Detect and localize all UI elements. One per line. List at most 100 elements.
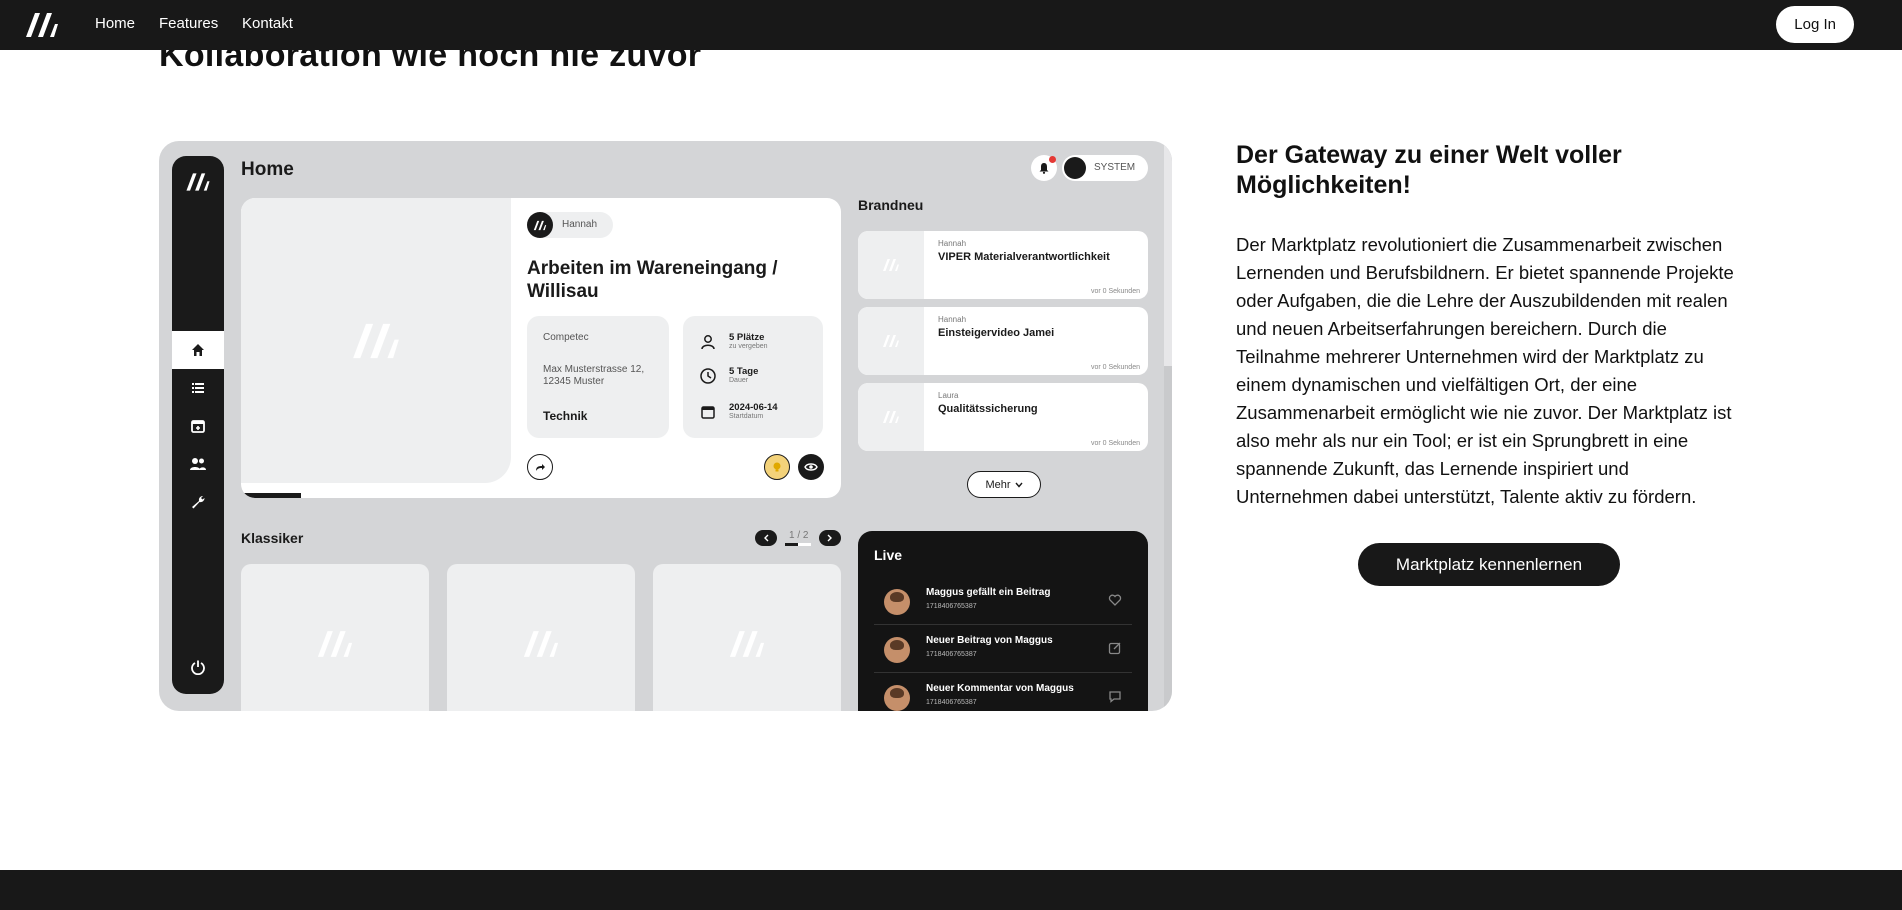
- company-name: Competec: [543, 332, 589, 343]
- bell-icon: [1031, 155, 1057, 181]
- brand-logo-icon: [353, 323, 399, 358]
- notification-dot: [1049, 156, 1056, 163]
- user-label: SYSTEM: [1094, 162, 1136, 173]
- classic-card: [241, 564, 429, 711]
- mockup-sidebar: [172, 156, 224, 694]
- stat-main: 5 Tage: [729, 366, 759, 377]
- brand-logo-icon: [883, 335, 899, 347]
- wrench-icon: [172, 483, 224, 521]
- list-item: Maggus gefällt ein Beitrag 1718406765387: [874, 577, 1132, 625]
- live-feed: Live Maggus gefällt ein Beitrag 17184067…: [858, 531, 1148, 711]
- list-item: Hannah VIPER Materialverantwortlichkeit …: [858, 231, 1148, 299]
- heart-icon: [1108, 594, 1122, 606]
- item-title: Qualitätssicherung: [938, 403, 1038, 415]
- image-placeholder: [858, 383, 924, 451]
- stat-sub: Startdatum: [729, 413, 764, 420]
- nav-link-home[interactable]: Home: [95, 15, 135, 32]
- item-author: Hannah: [938, 239, 967, 248]
- mockup-scrollbar: [1164, 141, 1172, 711]
- chevron-left-icon: [755, 530, 777, 546]
- live-text: Neuer Beitrag von Maggus: [926, 635, 1053, 646]
- item-time: vor 0 Sekunden: [1090, 288, 1140, 295]
- brand-logo-icon: [729, 631, 765, 657]
- comment-icon: [1109, 691, 1121, 703]
- brand-logo-icon: [883, 259, 899, 271]
- footer: [0, 870, 1902, 910]
- avatar: [1064, 157, 1086, 179]
- company-box: Competec Max Musterstrasse 12, 12345 Mus…: [527, 316, 669, 438]
- list-item: Laura Qualitätssicherung vor 0 Sekunden: [858, 383, 1148, 451]
- brand-logo-icon: [883, 411, 899, 423]
- carousel-progress: [241, 493, 301, 498]
- klassiker-title: Klassiker: [241, 530, 304, 546]
- mockup-scrollbar-thumb: [1164, 141, 1172, 366]
- person-icon: [701, 335, 715, 350]
- share-icon: [527, 454, 553, 480]
- more-label: Mehr: [985, 478, 1011, 491]
- list-item: Neuer Beitrag von Maggus 1718406765387: [874, 625, 1132, 673]
- live-title: Live: [874, 547, 903, 563]
- avatar: [884, 637, 910, 663]
- pager-progress-fill: [785, 543, 798, 546]
- pager-text: 1 / 2: [789, 530, 809, 541]
- app-mockup-image: Home SYSTEM Hannah Arbeiten im Wareneing…: [159, 141, 1172, 711]
- nav-link-kontakt[interactable]: Kontakt: [242, 15, 293, 32]
- image-placeholder: [241, 198, 511, 483]
- nav-link-features[interactable]: Features: [159, 15, 218, 32]
- avatar: [884, 685, 910, 711]
- author-name: Hannah: [562, 219, 598, 230]
- featured-title: Arbeiten im Wareneingang / Willisau: [527, 258, 778, 302]
- category-label: Technik: [543, 409, 588, 423]
- live-sub: 1718406765387: [926, 603, 977, 610]
- live-text: Maggus gefällt ein Beitrag: [926, 587, 1051, 598]
- item-title: Einsteigervideo Jamei: [938, 327, 1055, 339]
- list-item: Neuer Kommentar von Maggus 1718406765387: [874, 673, 1132, 711]
- calendar-add-icon: [172, 407, 224, 445]
- pager: 1 / 2: [755, 529, 841, 549]
- edit-icon: [1108, 642, 1121, 655]
- brandneu-title: Brandneu: [858, 197, 924, 213]
- avatar: [527, 212, 553, 238]
- featured-card: Hannah Arbeiten im Wareneingang / Willis…: [241, 198, 841, 498]
- power-icon: [172, 648, 224, 686]
- chevron-down-icon: [1014, 482, 1023, 488]
- eye-icon: [798, 454, 824, 480]
- stats-box: 5 Plätze zu vergeben 5 Tage Dauer 2024-0…: [683, 316, 823, 438]
- live-sub: 1718406765387: [926, 651, 977, 658]
- list-icon: [172, 369, 224, 407]
- pager-progress: [785, 543, 811, 546]
- user-pill: SYSTEM: [1062, 155, 1148, 181]
- marketplace-cta-button[interactable]: Marktplatz kennenlernen: [1358, 543, 1620, 586]
- stat-sub: zu vergeben: [729, 343, 768, 350]
- image-placeholder: [858, 307, 924, 375]
- login-button[interactable]: Log In: [1776, 6, 1854, 43]
- list-item: Hannah Einsteigervideo Jamei vor 0 Sekun…: [858, 307, 1148, 375]
- brand-logo-icon: [317, 631, 353, 657]
- top-navigation: Home Features Kontakt Log In: [0, 0, 1902, 50]
- users-icon: [172, 445, 224, 483]
- item-author: Laura: [938, 391, 959, 400]
- item-title: VIPER Materialverantwortlichkeit: [938, 251, 1110, 263]
- mockup-page-title: Home: [241, 159, 294, 180]
- item-time: vor 0 Sekunden: [1090, 440, 1140, 447]
- calendar-icon: [701, 406, 715, 419]
- brand-logo-icon[interactable]: [24, 11, 60, 39]
- section-body: Der Marktplatz revolutioniert die Zusamm…: [1236, 234, 1734, 507]
- home-icon: [172, 331, 224, 369]
- section-title: Der Gateway zu einer Welt voller Möglich…: [1236, 141, 1622, 199]
- stat-main: 2024-06-14: [729, 402, 778, 413]
- chevron-right-icon: [819, 530, 841, 546]
- live-text: Neuer Kommentar von Maggus: [926, 683, 1074, 694]
- lightbulb-icon: [764, 454, 790, 480]
- avatar: [884, 589, 910, 615]
- item-author: Hannah: [938, 315, 967, 324]
- item-time: vor 0 Sekunden: [1090, 364, 1140, 371]
- classic-card: [447, 564, 635, 711]
- stat-sub: Dauer: [729, 377, 749, 384]
- stat-main: 5 Plätze: [729, 332, 765, 343]
- classic-card: [653, 564, 841, 711]
- more-button: Mehr: [967, 471, 1041, 498]
- image-placeholder: [858, 231, 924, 299]
- live-sub: 1718406765387: [926, 699, 977, 706]
- brand-logo-icon: [523, 631, 559, 657]
